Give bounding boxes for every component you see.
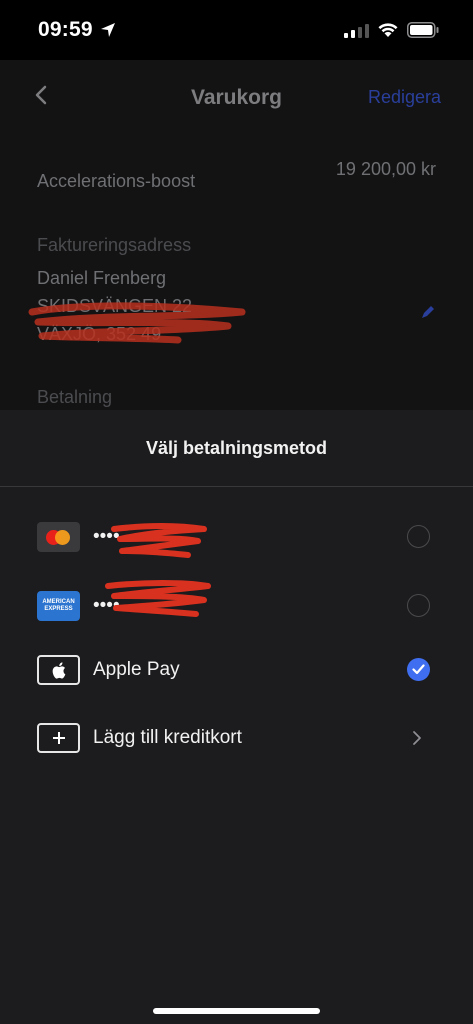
location-arrow-icon bbox=[101, 23, 115, 37]
apple-icon bbox=[37, 655, 80, 685]
payment-label: Betalning bbox=[37, 387, 113, 407]
radio-button[interactable] bbox=[407, 594, 430, 617]
billing-address-label: Faktureringsadress bbox=[37, 235, 192, 255]
item-name: Accelerations-boost bbox=[37, 171, 196, 191]
status-time: 09:59 bbox=[38, 18, 93, 41]
payment-method-mastercard[interactable]: •••• bbox=[0, 515, 473, 571]
status-bar: 09:59 bbox=[0, 0, 473, 60]
mastercard-icon bbox=[37, 522, 80, 552]
divider bbox=[0, 486, 473, 487]
radio-button[interactable] bbox=[407, 525, 430, 548]
payment-method-amex[interactable]: AMERICAN EXPRESS •••• bbox=[0, 580, 473, 640]
sheet-title: Välj betalningsmetod bbox=[145, 438, 328, 458]
plus-icon bbox=[37, 723, 80, 753]
billing-name: Daniel Frenberg bbox=[37, 268, 167, 288]
pencil-icon[interactable] bbox=[420, 304, 436, 320]
battery-icon bbox=[407, 22, 439, 38]
item-price: 19 200,00 kr bbox=[335, 159, 436, 179]
redaction-scribble bbox=[111, 523, 207, 558]
cart-screen: Varukorg Redigera 19 200,00 kr Accelerat… bbox=[0, 60, 473, 410]
cellular-signal-icon bbox=[344, 24, 369, 38]
home-indicator[interactable] bbox=[153, 1008, 320, 1014]
chevron-right-icon bbox=[413, 731, 421, 745]
wifi-icon bbox=[378, 23, 398, 37]
edit-button[interactable]: Redigera bbox=[368, 87, 441, 108]
selected-check-icon[interactable] bbox=[407, 658, 430, 681]
amex-icon: AMERICAN EXPRESS bbox=[37, 591, 80, 621]
redaction-scribble bbox=[105, 580, 211, 617]
payment-method-sheet: Välj betalningsmetod •••• AMERICAN EXPRE… bbox=[0, 410, 473, 1024]
payment-method-apple-pay[interactable]: Apple Pay bbox=[0, 648, 473, 704]
add-credit-card-button[interactable]: Lägg till kreditkort bbox=[0, 716, 473, 772]
add-credit-card-label: Lägg till kreditkort bbox=[93, 727, 242, 748]
apple-pay-label: Apple Pay bbox=[93, 659, 180, 680]
redaction-scribble bbox=[28, 302, 246, 344]
